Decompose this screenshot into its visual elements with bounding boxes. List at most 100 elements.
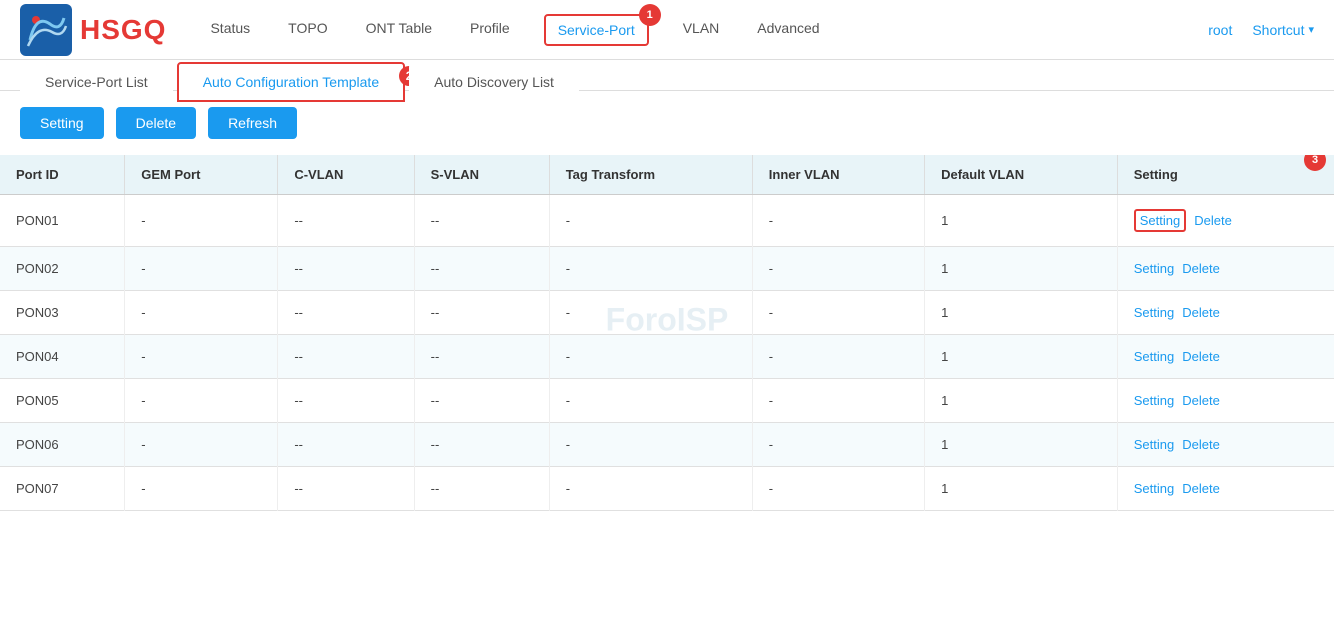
cell-gem-port: - — [125, 247, 278, 291]
cell-gem-port: - — [125, 467, 278, 511]
cell-default-vlan: 1 — [925, 379, 1118, 423]
nav-item-profile[interactable]: Profile — [466, 2, 514, 57]
tab-service-port-list[interactable]: Service-Port List — [20, 63, 173, 101]
cell-gem-port: - — [125, 195, 278, 247]
refresh-button[interactable]: Refresh — [208, 107, 297, 139]
col-port-id: Port ID — [0, 155, 125, 195]
cell-s-vlan: -- — [414, 291, 549, 335]
row-delete-link[interactable]: Delete — [1182, 305, 1220, 320]
cell-s-vlan: -- — [414, 335, 549, 379]
cell-c-vlan: -- — [278, 291, 414, 335]
cell-c-vlan: -- — [278, 423, 414, 467]
cell-actions: Setting Delete — [1117, 335, 1334, 379]
row-setting-link[interactable]: Setting — [1140, 213, 1180, 228]
cell-s-vlan: -- — [414, 467, 549, 511]
nav-shortcut[interactable]: Shortcut ▾ — [1252, 22, 1314, 38]
tab-wrapper-auto-config: Auto Configuration Template 2 — [177, 74, 409, 90]
cell-gem-port: - — [125, 335, 278, 379]
tabs-bar: Service-Port List Auto Configuration Tem… — [0, 60, 1334, 91]
row-delete-link[interactable]: Delete — [1194, 213, 1232, 228]
cell-inner-vlan: - — [752, 291, 924, 335]
cell-tag-transform: - — [549, 335, 752, 379]
row-setting-link[interactable]: Setting — [1134, 261, 1174, 276]
cell-gem-port: - — [125, 291, 278, 335]
logo-text: HSGQ — [80, 14, 166, 46]
table-row: PON06-------1 Setting Delete — [0, 423, 1334, 467]
nav-badge-1: 1 — [639, 4, 661, 26]
nav-right: root Shortcut ▾ — [1208, 22, 1314, 38]
table-body: PON01-------1 Setting Delete PON02------… — [0, 195, 1334, 511]
cell-default-vlan: 1 — [925, 195, 1118, 247]
cell-port-id: PON03 — [0, 291, 125, 335]
row-setting-link[interactable]: Setting — [1134, 393, 1174, 408]
tab-wrapper-auto-discovery: Auto Discovery List — [409, 74, 583, 90]
cell-s-vlan: -- — [414, 423, 549, 467]
setting-button[interactable]: Setting — [20, 107, 104, 139]
cell-port-id: PON07 — [0, 467, 125, 511]
header: HSGQ Status TOPO ONT Table Profile Servi… — [0, 0, 1334, 60]
cell-actions: Setting Delete — [1117, 379, 1334, 423]
row-setting-link[interactable]: Setting — [1134, 437, 1174, 452]
cell-default-vlan: 1 — [925, 247, 1118, 291]
cell-actions: Setting Delete — [1117, 247, 1334, 291]
row-delete-link[interactable]: Delete — [1182, 437, 1220, 452]
nav-item-advanced[interactable]: Advanced — [753, 2, 823, 57]
table-row: PON05-------1 Setting Delete — [0, 379, 1334, 423]
cell-port-id: PON05 — [0, 379, 125, 423]
cell-tag-transform: - — [549, 195, 752, 247]
cell-port-id: PON01 — [0, 195, 125, 247]
col-default-vlan: Default VLAN — [925, 155, 1118, 195]
table-row: PON04-------1 Setting Delete — [0, 335, 1334, 379]
cell-default-vlan: 1 — [925, 467, 1118, 511]
table-header: Port ID GEM Port C-VLAN S-VLAN Tag Trans… — [0, 155, 1334, 195]
row-delete-link[interactable]: Delete — [1182, 481, 1220, 496]
row-setting-link[interactable]: Setting — [1134, 349, 1174, 364]
cell-c-vlan: -- — [278, 247, 414, 291]
main-nav: Status TOPO ONT Table Profile Service-Po… — [206, 2, 1208, 57]
cell-inner-vlan: - — [752, 247, 924, 291]
tab-auto-discovery-list[interactable]: Auto Discovery List — [409, 63, 579, 101]
logo-area: HSGQ — [20, 4, 166, 56]
nav-item-service-port[interactable]: Service-Port 1 — [544, 14, 649, 46]
cell-port-id: PON04 — [0, 335, 125, 379]
cell-c-vlan: -- — [278, 379, 414, 423]
row-delete-link[interactable]: Delete — [1182, 393, 1220, 408]
cell-tag-transform: - — [549, 379, 752, 423]
logo-icon — [20, 4, 72, 56]
cell-default-vlan: 1 — [925, 291, 1118, 335]
cell-s-vlan: -- — [414, 195, 549, 247]
table-row: PON07-------1 Setting Delete — [0, 467, 1334, 511]
cell-default-vlan: 1 — [925, 423, 1118, 467]
cell-c-vlan: -- — [278, 195, 414, 247]
cell-inner-vlan: - — [752, 195, 924, 247]
cell-actions: Setting Delete — [1117, 291, 1334, 335]
nav-item-vlan[interactable]: VLAN — [679, 2, 724, 57]
row-delete-link[interactable]: Delete — [1182, 261, 1220, 276]
cell-actions: Setting Delete — [1117, 423, 1334, 467]
table-container: Port ID GEM Port C-VLAN S-VLAN Tag Trans… — [0, 155, 1334, 511]
row-setting-link[interactable]: Setting — [1134, 305, 1174, 320]
cell-inner-vlan: - — [752, 379, 924, 423]
delete-button[interactable]: Delete — [116, 107, 196, 139]
cell-port-id: PON06 — [0, 423, 125, 467]
nav-user[interactable]: root — [1208, 22, 1232, 38]
cell-tag-transform: - — [549, 423, 752, 467]
table-row: PON02-------1 Setting Delete — [0, 247, 1334, 291]
nav-item-ont-table[interactable]: ONT Table — [362, 2, 436, 57]
cell-s-vlan: -- — [414, 379, 549, 423]
cell-gem-port: - — [125, 379, 278, 423]
cell-inner-vlan: - — [752, 423, 924, 467]
col-tag-transform: Tag Transform — [549, 155, 752, 195]
row-setting-link[interactable]: Setting — [1134, 481, 1174, 496]
col-c-vlan: C-VLAN — [278, 155, 414, 195]
col-badge-3: 3 — [1304, 155, 1326, 171]
nav-item-topo[interactable]: TOPO — [284, 2, 331, 57]
cell-tag-transform: - — [549, 291, 752, 335]
tab-auto-config-template[interactable]: Auto Configuration Template — [177, 62, 405, 102]
cell-port-id: PON02 — [0, 247, 125, 291]
cell-gem-port: - — [125, 423, 278, 467]
row-delete-link[interactable]: Delete — [1182, 349, 1220, 364]
tab-wrapper-service-port-list: Service-Port List — [20, 74, 177, 90]
col-s-vlan: S-VLAN — [414, 155, 549, 195]
nav-item-status[interactable]: Status — [206, 2, 254, 57]
